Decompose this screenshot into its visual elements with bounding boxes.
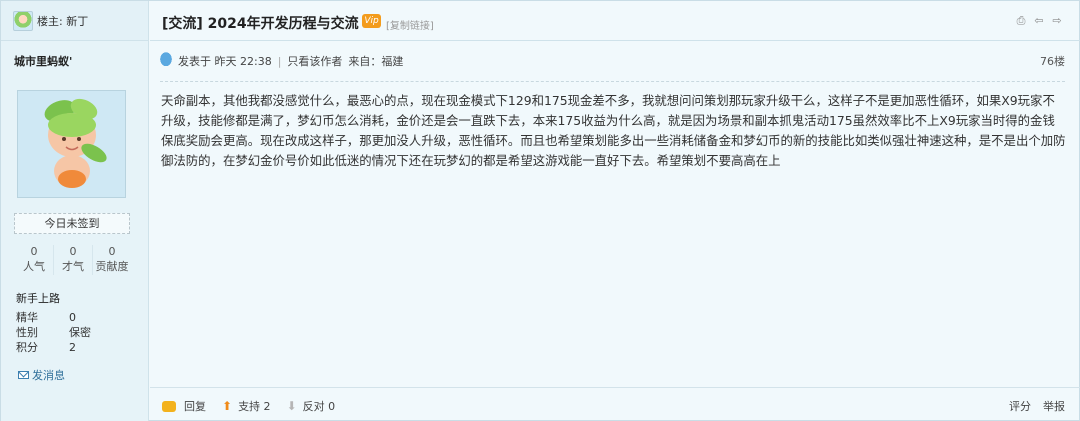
info-value: 2: [69, 341, 76, 354]
author-stats: 0 人气 0 才气 0 贡献度: [15, 245, 131, 275]
report-button[interactable]: 举报: [1043, 398, 1065, 414]
post-title: [交流] 2024年开发历程与交流: [162, 16, 359, 32]
meta-divider: [160, 81, 1065, 82]
post-meta: 发表于 昨天 22:38 | 只看该作者 来自：福建 76楼: [160, 49, 1065, 73]
stat-label: 才气: [62, 260, 84, 273]
thumb-down-icon: ⬇: [286, 399, 297, 413]
post-container: 楼主: 新丁 城市里蚂蚁' 今日未签到 0 人气 0 才气 0 贡献度 新手上路…: [0, 0, 1080, 421]
stat-value: 0: [69, 245, 77, 258]
author-info: 精华 0 性别 保密 积分 2: [16, 310, 91, 355]
author-username[interactable]: 城市里蚂蚁': [14, 53, 72, 69]
info-value: 保密: [69, 326, 91, 339]
post-actions: 回复 ⬆ 支持 2 ⬇ 反对 0 评分 举报: [162, 396, 1065, 416]
reply-button[interactable]: 回复: [162, 398, 206, 414]
print-icon[interactable]: ⎙: [1015, 15, 1027, 27]
stat-label: 人气: [23, 260, 45, 273]
info-key: 性别: [16, 326, 38, 339]
posted-time: 发表于 昨天 22:38: [178, 55, 272, 68]
author-sidebar: 楼主: 新丁 城市里蚂蚁' 今日未签到 0 人气 0 才气 0 贡献度 新手上路…: [1, 1, 149, 421]
support-label: 支持 2: [238, 400, 271, 413]
mini-avatar: [13, 10, 33, 31]
user-rank: 新手上路: [16, 292, 60, 305]
send-message-link[interactable]: 发消息: [18, 367, 65, 383]
divider: |: [277, 54, 282, 68]
prev-arrow-icon[interactable]: ⇦: [1033, 15, 1045, 27]
info-row: 精华 0: [16, 310, 91, 325]
checkin-status[interactable]: 今日未签到: [14, 213, 130, 234]
dolphin-icon: [160, 52, 175, 70]
reply-icon: [162, 400, 176, 412]
oppose-label: 反对 0: [302, 400, 336, 413]
oppose-button[interactable]: ⬇ 反对 0: [287, 398, 336, 414]
post-title-bar: [交流] 2024年开发历程与交流 Vip [复制链接] ⎙ ⇦ ⇨: [150, 1, 1080, 41]
footer-divider: [150, 387, 1080, 388]
owner-label: 楼主: 新丁: [37, 14, 89, 28]
avatar[interactable]: [17, 90, 126, 198]
footer-right-actions: 评分 举报: [1009, 398, 1065, 414]
stat-popularity[interactable]: 0 人气: [15, 245, 53, 275]
stat-value: 0: [108, 245, 116, 258]
next-arrow-icon[interactable]: ⇨: [1051, 15, 1063, 27]
post-source: 来自：福建: [348, 55, 404, 68]
send-message-label: 发消息: [32, 369, 65, 382]
stat-value: 0: [30, 245, 38, 258]
copy-link-button[interactable]: [复制链接]: [386, 17, 434, 32]
info-key: 积分: [16, 341, 38, 354]
title-toolbar: ⎙ ⇦ ⇨: [1015, 15, 1063, 27]
author-only-link[interactable]: 只看该作者: [287, 53, 342, 69]
stat-label: 贡献度: [95, 260, 129, 273]
info-key: 精华: [16, 311, 38, 324]
stat-talent[interactable]: 0 才气: [53, 245, 92, 275]
avatar-image: [18, 91, 125, 197]
sidebar-header: 楼主: 新丁: [1, 1, 148, 41]
vip-badge: Vip: [362, 14, 381, 28]
rate-button[interactable]: 评分: [1009, 398, 1031, 414]
info-row: 积分 2: [16, 340, 91, 355]
info-value: 0: [69, 311, 76, 324]
envelope-icon: [18, 371, 29, 379]
thumb-up-icon: ⬆: [222, 399, 233, 413]
info-row: 性别 保密: [16, 325, 91, 340]
reply-label: 回复: [184, 400, 206, 413]
stat-contribution[interactable]: 0 贡献度: [92, 245, 131, 275]
post-content: 天命副本，其他我都没感觉什么，最恶心的点，现在现金模式下129和175现金差不多…: [161, 93, 1066, 168]
support-button[interactable]: ⬆ 支持 2: [222, 398, 271, 414]
floor-number[interactable]: 76楼: [1040, 53, 1065, 69]
